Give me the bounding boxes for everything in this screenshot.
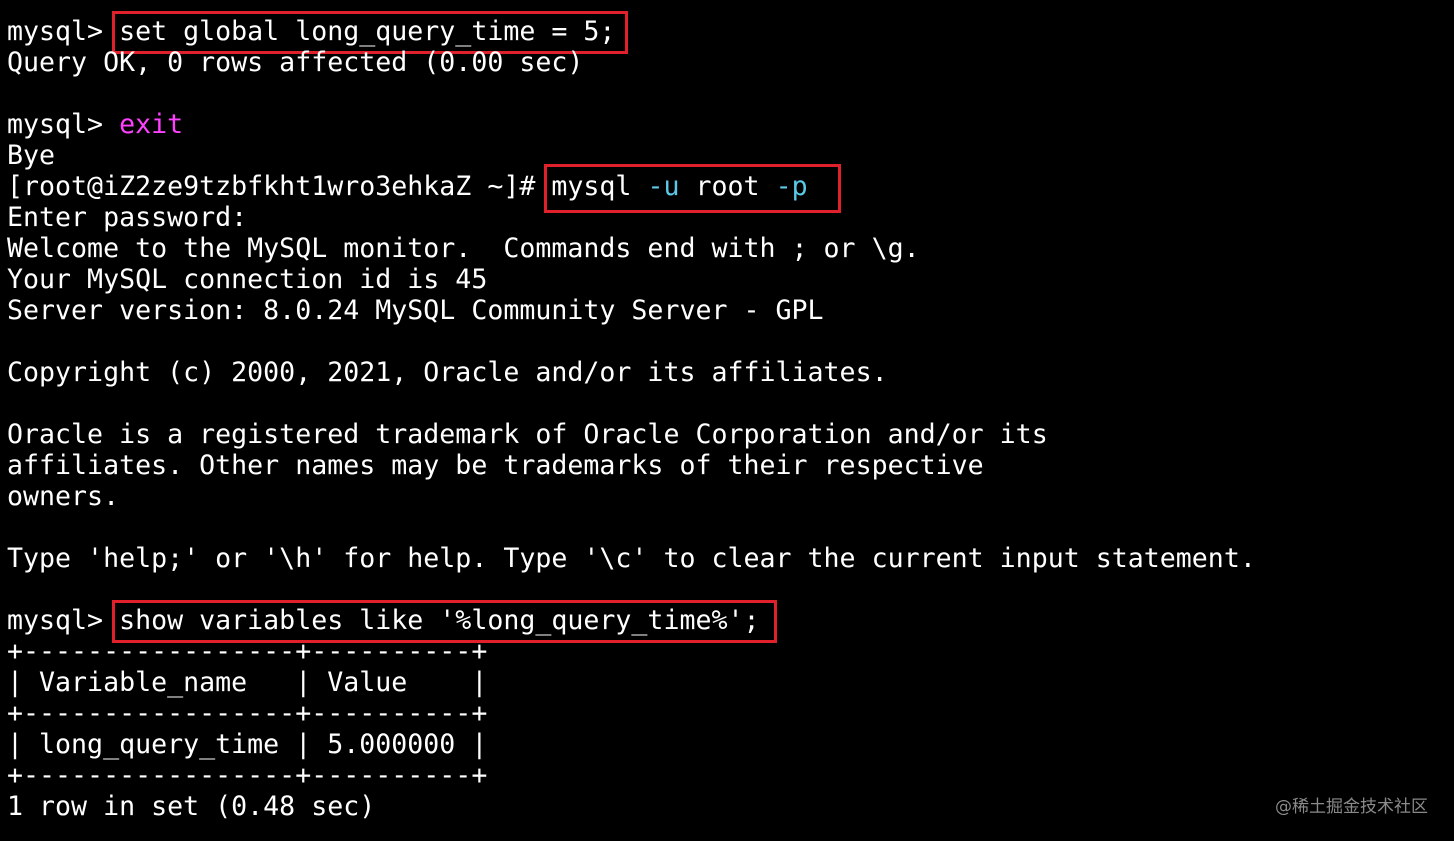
login-flag-p: -p bbox=[775, 171, 808, 202]
shell-prompt: [root@iZ2ze9tzbfkht1wro3ehkaZ ~]# bbox=[7, 171, 552, 202]
set-command-line: mysql> set global long_query_time = 5; bbox=[7, 11, 1447, 54]
login-cmd-root: root bbox=[679, 171, 776, 202]
table-border-top: +-----------------+----------+ bbox=[7, 636, 488, 667]
exit-command: exit bbox=[119, 109, 184, 140]
mysql-prompt: mysql> bbox=[7, 16, 120, 47]
copyright-line: Copyright (c) 2000, 2021, Oracle and/or … bbox=[7, 357, 888, 388]
set-result-line: Query OK, 0 rows affected (0.00 sec) bbox=[7, 47, 584, 78]
welcome-line: Welcome to the MySQL monitor. Commands e… bbox=[7, 233, 920, 264]
table-header-row: | Variable_name | Value | bbox=[7, 667, 488, 698]
trademark-line-3: owners. bbox=[7, 481, 120, 512]
trademark-line-2: affiliates. Other names may be trademark… bbox=[7, 450, 984, 481]
terminal-output[interactable]: mysql> set global long_query_time = 5; Q… bbox=[7, 11, 1447, 822]
login-command-line: [root@iZ2ze9tzbfkht1wro3ehkaZ ~]# mysql … bbox=[7, 164, 1447, 213]
show-command-line: mysql> show variables like '%long_query_… bbox=[7, 600, 1447, 643]
trademark-line-1: Oracle is a registered trademark of Orac… bbox=[7, 419, 1048, 450]
exit-command-line: mysql> exit bbox=[7, 109, 1447, 140]
login-flag-u: -u bbox=[647, 171, 680, 202]
mysql-prompt: mysql> bbox=[7, 109, 120, 140]
table-border-bottom: +-----------------+----------+ bbox=[7, 760, 488, 791]
connection-id-line: Your MySQL connection id is 45 bbox=[7, 264, 488, 295]
highlighted-show-command: show variables like '%long_query_time%'; bbox=[112, 600, 777, 643]
highlighted-set-command: set global long_query_time = 5; bbox=[112, 11, 629, 54]
watermark: @稀土掘金技术社区 bbox=[1275, 797, 1428, 817]
server-version-line: Server version: 8.0.24 MySQL Community S… bbox=[7, 295, 824, 326]
login-cmd-mysql: mysql bbox=[551, 171, 648, 202]
help-hint-line: Type 'help;' or '\h' for help. Type '\c'… bbox=[7, 543, 1256, 574]
mysql-prompt: mysql> bbox=[7, 605, 120, 636]
highlighted-login-command: mysql -u root -p bbox=[544, 164, 841, 213]
table-data-row: | long_query_time | 5.000000 | bbox=[7, 729, 488, 760]
result-summary-line: 1 row in set (0.48 sec) bbox=[7, 791, 376, 822]
table-border-mid: +-----------------+----------+ bbox=[7, 698, 488, 729]
